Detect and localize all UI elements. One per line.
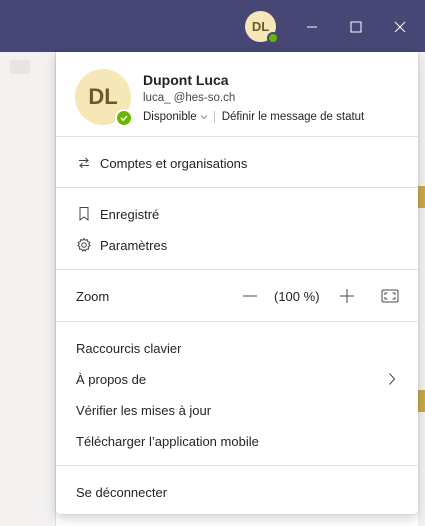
zoom-row: Zoom (100 %)	[56, 281, 418, 311]
background-app-edge	[418, 52, 425, 526]
divider	[56, 187, 418, 188]
presence-available-icon	[115, 109, 133, 127]
avatar-initials: DL	[251, 19, 270, 34]
title-bar: DL	[0, 0, 425, 52]
status-label: Disponible	[143, 111, 197, 123]
zoom-in-button[interactable]	[337, 286, 357, 306]
maximize-button[interactable]	[341, 10, 371, 44]
profile-menu: DL Dupont Luca luca_ @hes-so.ch Disponib…	[56, 52, 418, 514]
accounts-and-orgs-item[interactable]: Comptes et organisations	[56, 148, 418, 178]
background-highlight	[418, 390, 425, 412]
saved-label: Enregistré	[100, 206, 160, 222]
zoom-label: Zoom	[76, 289, 110, 304]
status-separator	[213, 111, 215, 123]
fullscreen-button[interactable]	[380, 286, 400, 306]
background-highlight	[418, 186, 425, 208]
minus-icon	[243, 295, 257, 297]
fullscreen-icon	[381, 289, 399, 303]
zoom-out-button[interactable]	[240, 286, 260, 306]
user-name: Dupont Luca	[143, 72, 229, 88]
zoom-value: (100 %)	[274, 289, 320, 304]
presence-available-icon	[267, 32, 279, 44]
download-mobile-label: Télécharger l’application mobile	[76, 433, 259, 449]
minimize-icon	[307, 26, 317, 28]
accounts-label: Comptes et organisations	[100, 155, 248, 171]
avatar-initials: DL	[88, 84, 118, 109]
download-mobile-app-item[interactable]: Télécharger l’application mobile	[56, 426, 418, 456]
gear-icon	[76, 237, 92, 253]
background-tab	[10, 60, 30, 74]
user-email: luca_ @hes-so.ch	[143, 92, 236, 104]
chevron-down-icon	[200, 115, 208, 120]
divider	[56, 321, 418, 322]
close-button[interactable]	[385, 10, 415, 44]
switch-arrows-icon	[76, 155, 92, 171]
divider	[56, 136, 418, 137]
settings-item[interactable]: Paramètres	[56, 230, 418, 260]
status-dropdown[interactable]: Disponible	[143, 111, 208, 123]
close-icon	[394, 21, 406, 33]
check-updates-label: Vérifier les mises à jour	[76, 402, 212, 418]
check-icon	[120, 115, 128, 122]
sign-out-item[interactable]: Se déconnecter	[56, 477, 418, 507]
settings-label: Paramètres	[100, 237, 168, 253]
background-app-panel	[0, 52, 56, 526]
profile-avatar-button[interactable]: DL	[245, 11, 279, 44]
saved-item[interactable]: Enregistré	[56, 199, 418, 229]
shortcuts-label: Raccourcis clavier	[76, 340, 182, 356]
status-row: Disponible Définir le message de statut	[143, 111, 364, 123]
check-updates-item[interactable]: Vérifier les mises à jour	[56, 395, 418, 425]
keyboard-shortcuts-item[interactable]: Raccourcis clavier	[56, 333, 418, 363]
sign-out-label: Se déconnecter	[76, 484, 168, 500]
minimize-button[interactable]	[297, 10, 327, 44]
chevron-right-icon	[388, 372, 396, 389]
divider	[56, 465, 418, 466]
plus-icon	[340, 289, 354, 303]
about-label: À propos de	[76, 371, 147, 387]
profile-avatar[interactable]: DL	[75, 69, 133, 127]
maximize-icon	[350, 21, 362, 33]
divider	[56, 269, 418, 270]
set-status-message-link[interactable]: Définir le message de statut	[222, 111, 365, 123]
about-item[interactable]: À propos de	[56, 364, 418, 394]
bookmark-icon	[76, 206, 92, 222]
